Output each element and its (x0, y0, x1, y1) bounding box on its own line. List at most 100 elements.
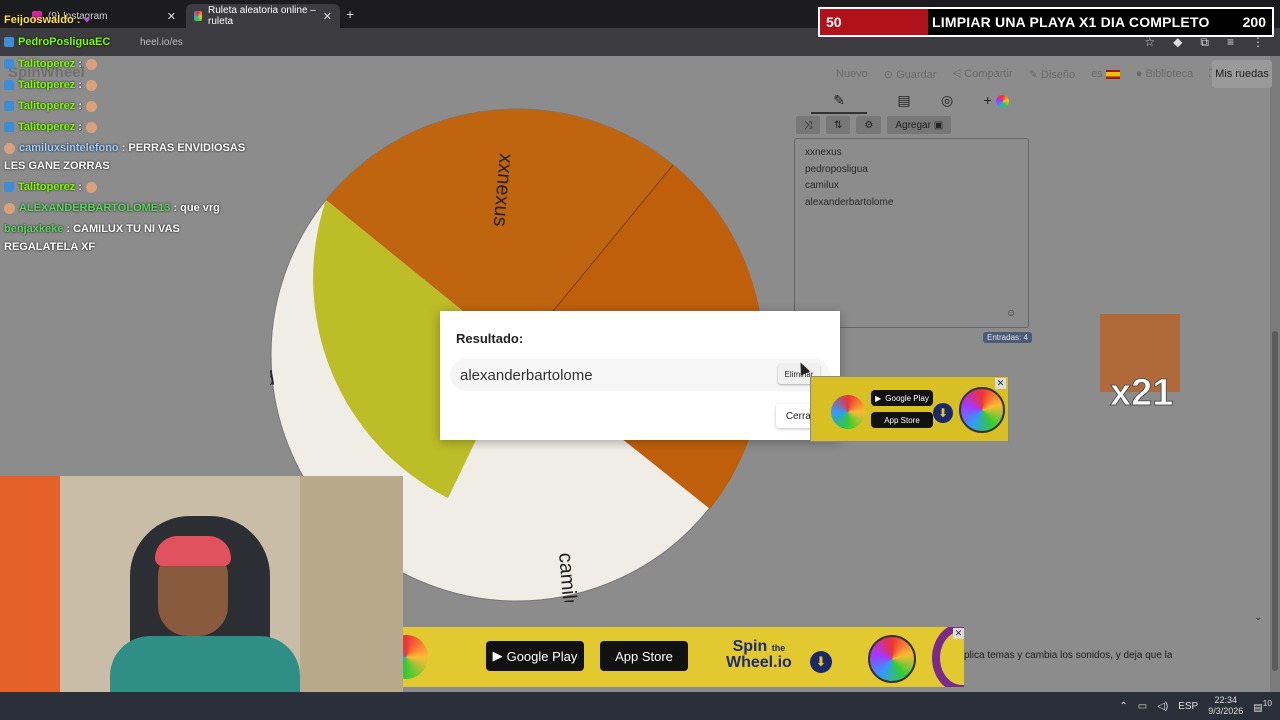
edit-tab-pencil-icon[interactable]: ✎ (811, 92, 867, 114)
close-tab-icon[interactable]: ✕ (323, 10, 332, 23)
download-icon: ⬇ (810, 651, 832, 673)
results-tab-clipboard-icon[interactable]: ▤ (897, 92, 910, 114)
spinwheel-favicon-icon (194, 11, 203, 21)
url-text: heel.io/es (140, 37, 183, 48)
scrollbar-thumb[interactable] (1272, 331, 1278, 671)
nav-save[interactable]: ⊙ Guardar (884, 68, 937, 81)
chat-line: ALEXANDERBARTOLOME13 : que vrg (4, 202, 220, 214)
badge-icon (4, 59, 14, 70)
badge-icon (4, 101, 14, 112)
chat-line: benjaxkeke : CAMILUX TU NI VAS (4, 223, 180, 235)
spinthewheel-logo: Spin the Wheel.io (726, 638, 792, 671)
badge-icon (4, 80, 14, 91)
chat-line: Talitoperez : (4, 121, 97, 133)
result-title: Resultado: (456, 331, 524, 346)
chat-line: REGALATELA XF (4, 241, 96, 253)
language-indicator[interactable]: ESP (1178, 701, 1198, 712)
entry-item: pedroposligua (805, 163, 868, 175)
new-tab-icon[interactable]: + (346, 6, 354, 22)
nav-language[interactable]: es (1091, 68, 1120, 81)
chat-line: Talitoperez : (4, 100, 97, 112)
wheel-logo-icon (402, 635, 428, 679)
result-dialog: Resultado: alexanderbartolome Eliminar C… (440, 311, 840, 440)
ad-close-icon[interactable]: ✕ (953, 628, 964, 639)
download-icon: ⬇ (933, 403, 953, 423)
browser-toolbar: ☆ ◆ ⧉ ≡ ⋮ (1144, 35, 1264, 50)
wheel-logo-icon (868, 635, 916, 683)
badge-icon (4, 182, 14, 193)
my-wheels-button[interactable]: Mis ruedas (1212, 60, 1272, 88)
app-store-badge[interactable]: App Store (871, 412, 933, 428)
sort-button[interactable]: ⇅ (826, 116, 851, 134)
volume-icon[interactable]: ◁) (1157, 701, 1168, 712)
spain-flag-icon (1105, 69, 1120, 79)
entry-item: alexanderbartolome (805, 196, 894, 208)
chat-line: Feijooswaldo : ♥ (4, 14, 91, 26)
chat-line: Talitoperez : (4, 181, 97, 193)
avatar (4, 202, 15, 214)
banner-text: LIMPIAR UNA PLAYA X1 DIA COMPLETO (928, 9, 1272, 35)
hide-tab-eye-slash-icon[interactable]: ◎ (941, 92, 953, 114)
media-icon[interactable]: ≡ (1227, 35, 1234, 50)
google-play-badge[interactable]: ▶ Google Play (486, 641, 584, 671)
nav-library[interactable]: ● Biblioteca (1136, 68, 1193, 81)
site-nav: Nuevo ⊙ Guardar ⩤ Compartir ✎ Diseño es … (836, 68, 1217, 81)
menu-dots-icon[interactable]: ⋮ (1252, 35, 1264, 50)
tab-ruleta-label: Ruleta aleatoria online – ruleta (208, 5, 316, 27)
badge-icon (4, 122, 14, 133)
entries-panel-tabs: ✎ ▤ ◎ + (796, 92, 1024, 114)
page-scrollbar[interactable] (1270, 56, 1280, 692)
clock[interactable]: 22:34 9/3/2026 (1208, 695, 1243, 717)
entries-toolbar: ⤨ ⇅ ⚙ Agregar ▣ (796, 116, 952, 134)
entry-item: xxnexus (805, 147, 842, 158)
chat-line: PedroPosliguaEC (4, 36, 110, 48)
entries-textarea[interactable]: xxnexus pedroposligua camilux alexanderb… (794, 138, 1029, 328)
chat-line: camiluxsintelefono : PERRAS ENVIDIOSAS (4, 142, 245, 154)
banner-right-number: 200 (1242, 14, 1266, 30)
avatar (86, 79, 97, 91)
tab-ruleta[interactable]: Ruleta aleatoria online – ruleta ✕ (186, 4, 340, 28)
avatar (86, 121, 97, 133)
shuffle-button[interactable]: ⤨ (796, 116, 820, 134)
settings-gear-icon[interactable]: ⚙ (856, 116, 882, 134)
ad-close-icon[interactable]: ✕ (995, 378, 1006, 389)
avatar (86, 181, 97, 193)
emoji-icon[interactable]: ☺ (1006, 308, 1016, 319)
nav-design[interactable]: ✎ Diseño (1029, 68, 1076, 81)
windows-taskbar: ⌃ ▭ ◁) ESP 22:34 9/3/2026 ▤10 (0, 692, 1280, 720)
result-row: alexanderbartolome Eliminar (450, 359, 830, 391)
notifications-icon[interactable]: ▤10 (1253, 698, 1272, 713)
chat-line: LES GANE ZORRAS (4, 160, 110, 172)
banner-left-number: 50 (826, 14, 842, 30)
badge-icon (4, 37, 14, 48)
google-play-badge[interactable]: ▶ Google Play (871, 390, 933, 406)
close-tab-icon[interactable]: ✕ (167, 10, 176, 23)
tray-chevron-icon[interactable]: ⌃ (1119, 701, 1127, 712)
entry-item: camilux (805, 180, 839, 191)
bookmark-star-icon[interactable]: ☆ (1144, 35, 1155, 50)
extensions-puzzle-icon[interactable]: ⧉ (1200, 35, 1209, 50)
app-store-badge[interactable]: App Store (600, 641, 688, 671)
avatar (86, 58, 97, 70)
nav-new[interactable]: Nuevo (836, 68, 868, 81)
nav-share[interactable]: ⩤ Compartir (952, 68, 1012, 81)
multiplier-text: x21 (1109, 372, 1174, 415)
entries-count-badge: Entradas: 4 (983, 332, 1032, 343)
extension-icon[interactable]: ◆ (1173, 35, 1182, 50)
chat-line: Talitoperez : (4, 79, 97, 91)
wheel-logo-icon (831, 395, 865, 429)
wheel-logo-icon (959, 387, 1005, 433)
winner-name: alexanderbartolome (460, 367, 593, 384)
ad-banner-small[interactable]: ▶ Google Play App Store ⬇ ✕ (810, 376, 1009, 442)
avatar (4, 142, 15, 154)
add-wheel-color-icon[interactable]: + (984, 92, 1009, 114)
network-icon[interactable]: ▭ (1138, 701, 1147, 712)
stream-goal-banner: 50 LIMPIAR UNA PLAYA X1 DIA COMPLETO 200 (818, 7, 1274, 37)
add-image-button[interactable]: Agregar ▣ (887, 116, 952, 134)
ad-banner-bottom[interactable]: ▶ Google Play App Store Spin the Wheel.io… (402, 627, 964, 687)
system-tray: ⌃ ▭ ◁) ESP 22:34 9/3/2026 ▤10 (1119, 692, 1272, 720)
chat-line: Talitoperez : (4, 58, 97, 70)
webcam-overlay (0, 476, 403, 720)
avatar (86, 100, 97, 112)
scroll-down-icon[interactable]: ⌄ (1254, 612, 1262, 623)
